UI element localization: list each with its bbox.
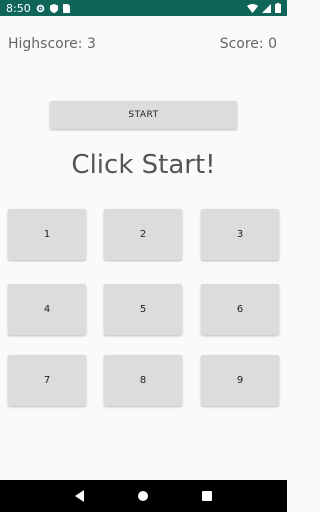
grid-button-5[interactable]: 5 <box>104 284 182 335</box>
navigation-bar <box>0 480 287 512</box>
back-icon[interactable] <box>72 488 88 504</box>
grid-button-7[interactable]: 7 <box>8 355 86 406</box>
grid-button-8[interactable]: 8 <box>104 355 182 406</box>
recents-icon[interactable] <box>199 488 215 504</box>
home-icon[interactable] <box>135 488 151 504</box>
grid-button-4[interactable]: 4 <box>8 284 86 335</box>
grid-button-9[interactable]: 9 <box>201 355 279 406</box>
grid-button-2[interactable]: 2 <box>104 209 182 260</box>
grid-button-6[interactable]: 6 <box>201 284 279 335</box>
number-grid: 1 2 3 4 5 6 7 8 9 <box>0 0 287 512</box>
grid-button-3[interactable]: 3 <box>201 209 279 260</box>
grid-button-1[interactable]: 1 <box>8 209 86 260</box>
